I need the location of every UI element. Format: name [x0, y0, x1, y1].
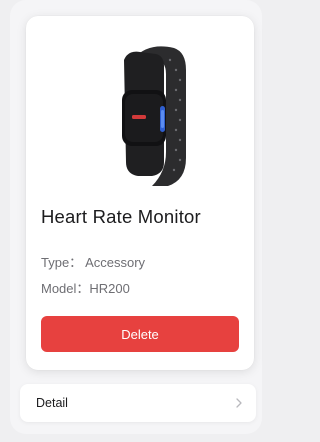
heart-rate-monitor-image: [122, 46, 186, 187]
chevron-right-icon: [236, 398, 242, 408]
detail-row[interactable]: Detail: [20, 384, 256, 422]
product-title: Heart Rate Monitor: [41, 206, 201, 227]
product-type: Type： Accessory: [41, 255, 146, 270]
detail-label: Detail: [36, 396, 68, 410]
delete-button[interactable]: Delete: [41, 316, 239, 352]
product-card: Heart Rate Monitor Type： Accessory Model…: [26, 16, 254, 370]
product-model: Model：HR200: [41, 281, 130, 296]
